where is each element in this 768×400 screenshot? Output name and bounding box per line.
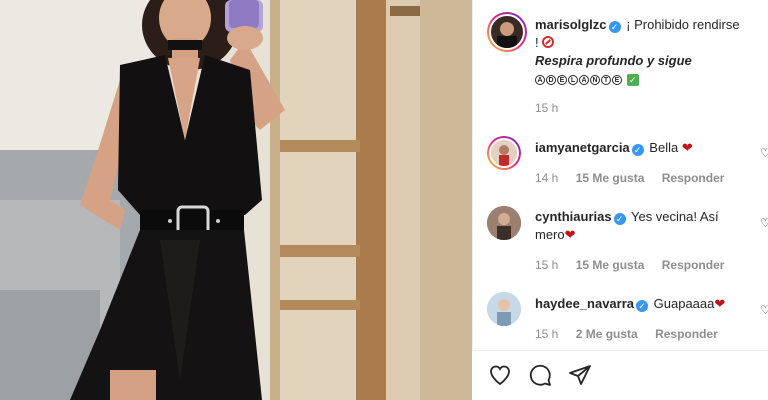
red-heart-icon: ❤ xyxy=(564,227,576,242)
verified-badge-icon: ✓ xyxy=(608,21,621,33)
like-comment-heart-icon[interactable]: ♡ xyxy=(760,216,768,230)
reply-button[interactable]: Responder xyxy=(662,258,725,272)
comment-likes[interactable]: 15 Me gusta xyxy=(576,171,645,185)
post-photo[interactable] xyxy=(0,0,472,400)
check-mark-icon: ✓ xyxy=(626,74,639,86)
heart-icon[interactable] xyxy=(488,363,512,387)
post-caption: marisolglzc ✓ ¡ Prohibido rendirse ! Resp… xyxy=(535,16,746,88)
comments-panel: marisolglzc ✓ ¡ Prohibido rendirse ! Resp… xyxy=(472,0,768,400)
comment-username[interactable]: cynthiaurias xyxy=(535,209,612,224)
red-heart-icon: ❤ xyxy=(681,140,693,155)
reply-button[interactable]: Responder xyxy=(655,327,718,341)
comment-likes[interactable]: 15 Me gusta xyxy=(576,258,645,272)
comment-meta: 15 h 2 Me gusta Responder xyxy=(535,327,718,341)
comment-meta: 14 h 15 Me gusta Responder xyxy=(535,171,725,185)
comment-avatar[interactable] xyxy=(487,136,521,170)
like-comment-heart-icon[interactable]: ♡ xyxy=(760,303,768,317)
comment-username[interactable]: iamyanetgarcia xyxy=(535,140,630,155)
like-comment-heart-icon[interactable]: ♡ xyxy=(760,146,768,160)
author-avatar[interactable] xyxy=(487,12,527,52)
share-icon[interactable] xyxy=(568,363,592,387)
comment-text: iamyanetgarcia ✓ Bella ❤ xyxy=(535,140,693,156)
comment-meta: 15 h 15 Me gusta Responder xyxy=(535,258,725,272)
verified-badge-icon: ✓ xyxy=(636,300,649,312)
author-username[interactable]: marisolglzc xyxy=(535,17,607,32)
reply-button[interactable]: Responder xyxy=(662,171,725,185)
post-time: 15 h xyxy=(535,101,559,115)
comment-likes[interactable]: 2 Me gusta xyxy=(576,327,638,341)
verified-badge-icon: ✓ xyxy=(631,144,644,156)
comment-text: cynthiaurias ✓ Yes vecina! Así mero❤ xyxy=(535,209,719,242)
caption-line-3: ADELANTE ✓ xyxy=(535,71,639,86)
comment-avatar[interactable] xyxy=(487,206,521,240)
comment-avatar[interactable] xyxy=(487,292,521,326)
verified-badge-icon: ✓ xyxy=(613,213,626,225)
comment-icon[interactable] xyxy=(528,363,552,387)
red-heart-icon: ❤ xyxy=(714,296,726,311)
no-entry-icon xyxy=(542,36,555,48)
caption-line-2: Respira profundo y sigue xyxy=(535,53,692,68)
comment-username[interactable]: haydee_navarra xyxy=(535,296,634,311)
post-actions-bar xyxy=(472,350,768,400)
comment-text: haydee_navarra ✓ Guapaaaa❤ xyxy=(535,296,726,312)
